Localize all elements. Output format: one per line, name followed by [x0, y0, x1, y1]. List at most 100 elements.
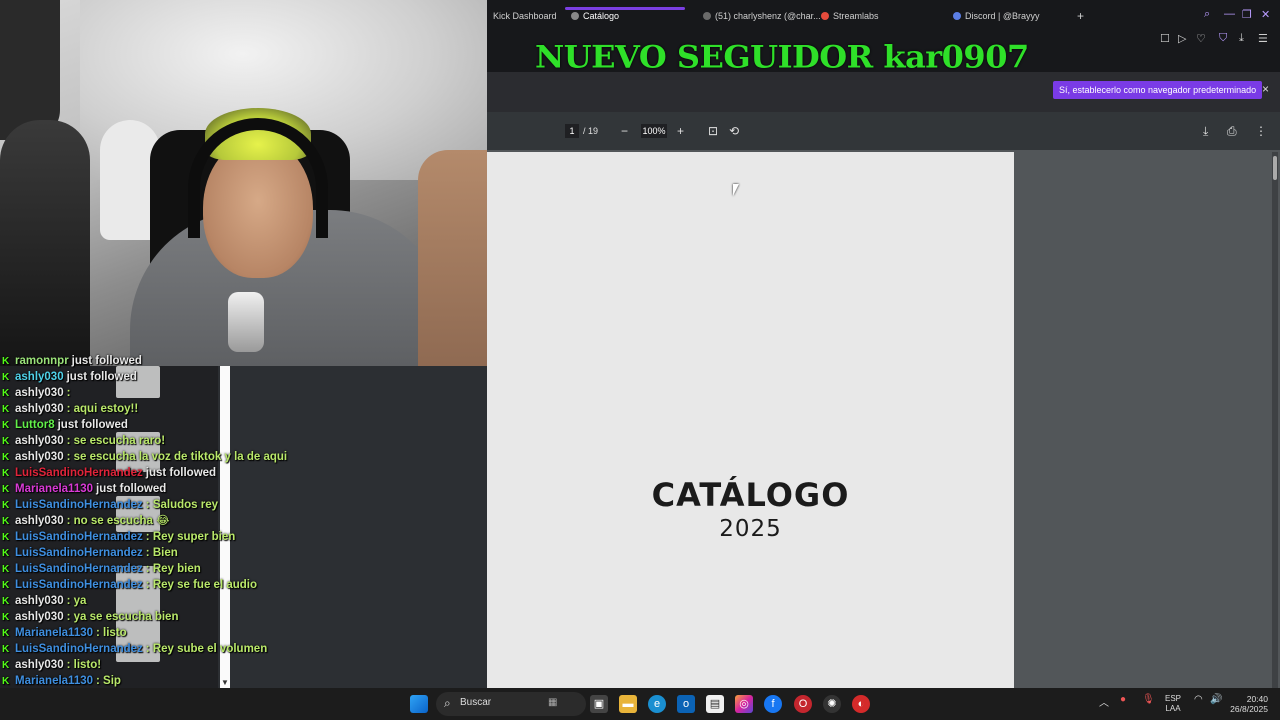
clock-date: 26/8/2025	[1230, 704, 1268, 714]
background-person	[418, 150, 487, 366]
print-icon[interactable]: ⎙	[1227, 123, 1237, 139]
fit-page-icon[interactable]: ⊡	[708, 123, 718, 139]
chat-username: ramonnpr	[15, 355, 69, 367]
pdf-toolbar: 1 / 19 − 100% + ⊡ ⟲ ⤓ ⎙ ⋮	[487, 112, 1280, 150]
page-number-input[interactable]: 1	[565, 124, 579, 138]
pdf-canvas[interactable]: CATÁLOGO 2025	[487, 150, 1280, 692]
edge-icon[interactable]: e	[648, 695, 666, 713]
chat-overlay: Kramonnpr just followed Kashly030 just foll…	[0, 351, 330, 720]
tab-discord[interactable]: Discord | @Brayyy	[953, 8, 1040, 24]
wifi-icon[interactable]: ◠	[1194, 694, 1203, 705]
clock-time: 20:40	[1246, 694, 1268, 704]
background-person	[0, 120, 90, 366]
taskbar-search[interactable]: ⌕ Buscar ▦	[436, 692, 586, 716]
tab-label: Discord | @Brayyy	[965, 11, 1040, 21]
windows-start-icon[interactable]	[410, 695, 428, 713]
store-icon[interactable]: ▤	[706, 695, 724, 713]
chat-text: : Rey super bien	[145, 531, 236, 543]
chat-message: K LuisSandinoHernandez just followed	[2, 465, 216, 481]
chat-username: Marianela1130	[15, 627, 94, 639]
pdf-page: CATÁLOGO 2025	[487, 152, 1014, 692]
download-icon[interactable]: ⤓	[1239, 32, 1244, 45]
kick-logo-icon: K	[2, 484, 10, 495]
chat-username: Luttor8	[15, 419, 55, 431]
chat-username: ashly030	[15, 451, 64, 463]
task-view-icon[interactable]: ▣	[590, 695, 608, 713]
chat-text: : Rey sube el volumen	[145, 643, 268, 655]
chat-username: Marianela1130	[15, 675, 94, 687]
download-icon[interactable]: ⤓	[1203, 123, 1208, 139]
chat-username: LuisSandinoHernandez	[15, 579, 143, 591]
kick-logo-icon: K	[2, 628, 10, 639]
chevron-up-icon[interactable]: ︿	[1099, 694, 1109, 709]
kick-logo-icon: K	[2, 612, 10, 623]
chat-username: LuisSandinoHernandez	[15, 499, 143, 511]
zoom-in-icon[interactable]: +	[677, 123, 684, 139]
microphone-icon[interactable]: 🎙	[1142, 694, 1155, 705]
maximize-icon[interactable]: ❐	[1242, 8, 1252, 21]
tray-app-icon[interactable]: ●	[1120, 694, 1126, 705]
opera-icon[interactable]: O	[794, 695, 812, 713]
tab-label: Catálogo	[583, 11, 620, 21]
instagram-icon[interactable]: ◎	[735, 695, 753, 713]
rotate-icon[interactable]: ⟲	[729, 123, 739, 139]
file-explorer-icon[interactable]: ▬	[619, 695, 637, 713]
chat-username: LuisSandinoHernandez	[15, 531, 143, 543]
more-options-icon[interactable]: ⋮	[1255, 123, 1267, 139]
streamlabs-icon[interactable]: ◐	[852, 695, 870, 713]
app-icon[interactable]: ✺	[823, 695, 841, 713]
volume-icon[interactable]: 🔊	[1210, 694, 1222, 705]
chat-text: just followed	[145, 467, 217, 479]
close-icon[interactable]: ✕	[1261, 8, 1270, 21]
chat-message: Kramonnpr just followed	[2, 353, 142, 369]
chat-text: : ya se escucha bien	[66, 611, 179, 623]
chat-username: ashly030	[15, 595, 64, 607]
kick-logo-icon: K	[2, 516, 10, 527]
chat-message: K Marianela1130: listo	[2, 625, 127, 641]
scrollbar[interactable]	[1272, 152, 1278, 688]
chat-message: K LuisSandinoHernandez: Rey sube el volum…	[2, 641, 267, 657]
wallet-icon[interactable]: ⛉	[1219, 32, 1227, 45]
chat-username: ashly030	[15, 515, 64, 527]
chat-message: K Marianela1130 just followed	[2, 481, 166, 497]
chat-message: Kashly030: listo!	[2, 657, 101, 673]
language-indicator[interactable]: ESP LAA	[1165, 694, 1181, 714]
play-icon[interactable]: ▷	[1178, 32, 1186, 45]
chat-text: : listo	[96, 627, 127, 639]
tab-catalogo[interactable]: Catálogo	[571, 8, 619, 24]
chat-message: Kashly030:	[2, 385, 70, 401]
minimize-icon[interactable]: —	[1224, 8, 1235, 20]
search-icon[interactable]: ⌕	[1204, 8, 1210, 21]
search-icon: ⌕	[444, 696, 451, 710]
reading-mode-icon[interactable]: ☐	[1160, 32, 1170, 45]
tab-kick-dashboard[interactable]: Kick Dashboard	[493, 8, 557, 24]
catalog-year: 2025	[719, 516, 782, 542]
tab-youtube[interactable]: (51) charlyshenz (@char...	[703, 8, 821, 24]
chat-username: ashly030	[15, 403, 64, 415]
kick-logo-icon: K	[2, 660, 10, 671]
tab-label: Kick Dashboard	[493, 11, 557, 21]
outlook-icon[interactable]: o	[677, 695, 695, 713]
webcam-overlay	[0, 0, 487, 366]
zoom-input[interactable]: 100%	[641, 124, 667, 138]
chat-message: Kashly030: ya se escucha bien	[2, 609, 178, 625]
heart-icon[interactable]: ♡	[1196, 32, 1206, 45]
scrollbar-thumb[interactable]	[1273, 156, 1277, 180]
tab-label: (51) charlyshenz (@char...	[715, 11, 821, 21]
chat-message: K LuisSandinoHernandez: Saludos rey	[2, 497, 218, 513]
close-icon[interactable]: ×	[1262, 82, 1269, 96]
facebook-icon[interactable]: f	[764, 695, 782, 713]
chat-message: K LuisSandinoHernandez: Rey bien	[2, 561, 201, 577]
tab-favicon-icon	[821, 12, 829, 20]
tab-favicon-icon	[571, 12, 579, 20]
chat-message: K Marianela1130: Sip	[2, 673, 121, 689]
search-highlight-icon: ▦	[548, 697, 558, 708]
set-default-browser-button[interactable]: Sí, establecerlo como navegador predeter…	[1053, 81, 1263, 99]
chat-message: Kashly030: ya	[2, 593, 86, 609]
menu-icon[interactable]: ☰	[1258, 32, 1268, 45]
new-tab-button[interactable]: +	[1077, 8, 1084, 24]
zoom-out-icon[interactable]: −	[621, 123, 628, 139]
tab-streamlabs[interactable]: Streamlabs	[821, 8, 879, 24]
kick-logo-icon: K	[2, 500, 10, 511]
system-clock[interactable]: 20:40 26/8/2025	[1228, 694, 1268, 714]
